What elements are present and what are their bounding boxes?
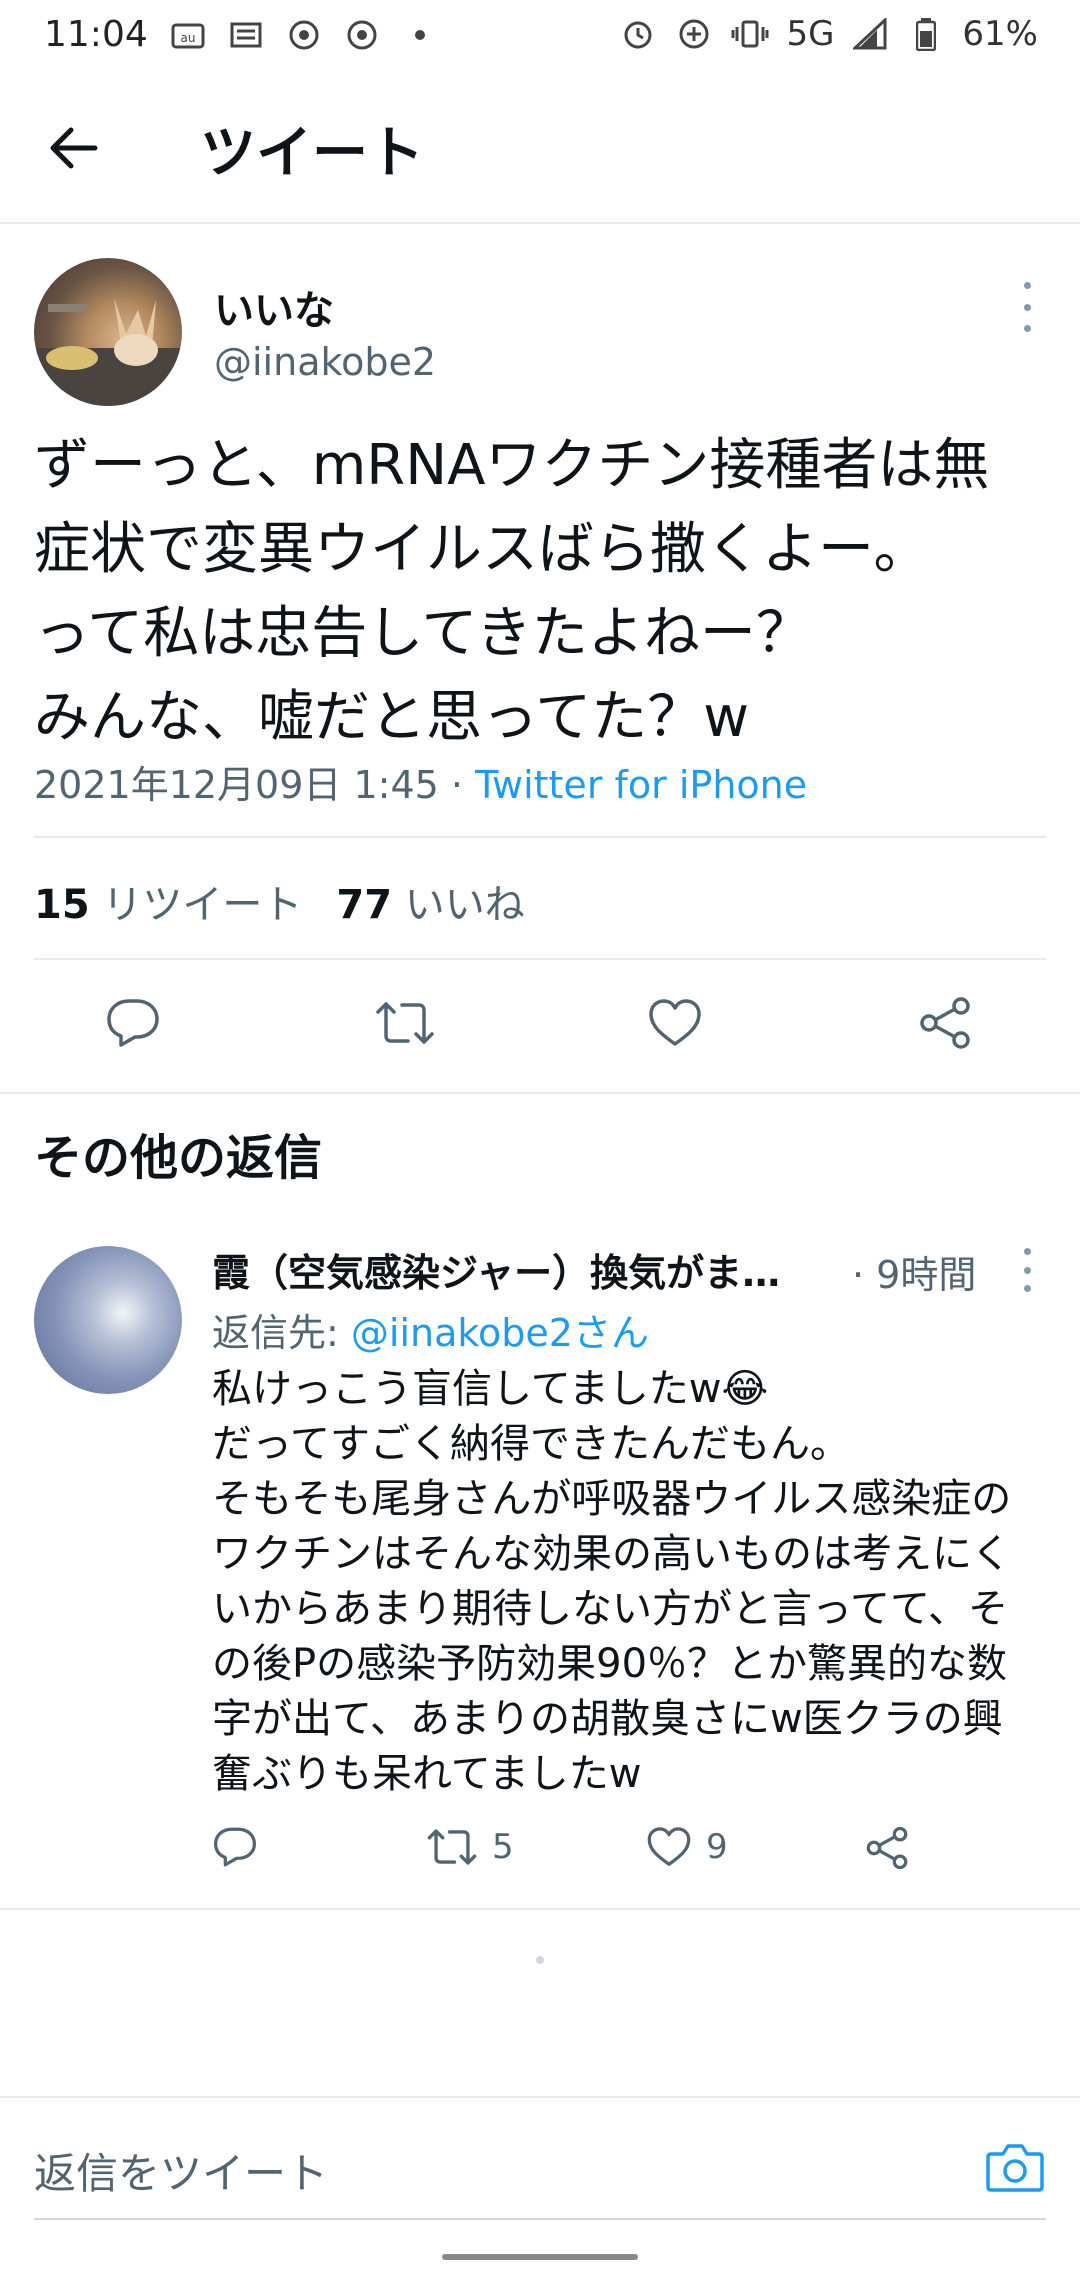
like-label: いいね xyxy=(404,882,525,928)
top-app-bar: ツイート xyxy=(0,72,1080,224)
more-dot xyxy=(1023,1266,1031,1274)
reply-author-name[interactable]: 霞（空気感染ジャー）換気がま… xyxy=(212,1242,842,1297)
divider xyxy=(34,958,1046,960)
reply-to-line: 返信先: @iinakobe2さん xyxy=(212,1302,649,1357)
reply-retweet-button[interactable]: 5 xyxy=(426,1826,514,1868)
retweet-count: 15 xyxy=(34,882,90,928)
reply-like-button[interactable]: 9 xyxy=(646,1826,728,1868)
more-vertical-icon xyxy=(1023,1248,1031,1255)
network-type: 5G xyxy=(786,14,835,54)
camera-button[interactable] xyxy=(982,2136,1048,2198)
data-saver-icon xyxy=(674,17,714,51)
status-bar: 11:04 au 5G 61% xyxy=(0,0,1080,72)
heart-icon xyxy=(647,1827,691,1866)
tweet-source-link[interactable]: Twitter for iPhone xyxy=(475,763,807,807)
more-vertical-icon xyxy=(1023,282,1031,289)
chrome-icon xyxy=(286,18,322,52)
more-replies-heading: その他の返信 xyxy=(34,1130,323,1186)
loading-indicator xyxy=(536,1956,544,1964)
tweet-text: ずーっと、mRNAワクチン接種者は無 症状で変異ウイルスばら撒くよー。 って私は… xyxy=(34,433,990,750)
reply-text: 私けっこう盲信してましたw😂 だってすごく納得できたんだもん。 そもそも尾身さん… xyxy=(212,1366,1012,1797)
notification-icons: au xyxy=(170,18,438,52)
likes-stat[interactable]: 77 いいね xyxy=(336,872,524,930)
tweet-meta: 2021年12月09日 1:45 · Twitter for iPhone xyxy=(34,754,807,809)
home-indicator[interactable] xyxy=(442,2254,638,2260)
reply-compose-input[interactable]: 返信をツイート xyxy=(34,2140,328,2201)
tweet-actions xyxy=(0,988,1080,1068)
divider xyxy=(0,1908,1080,1910)
page-title: ツイート xyxy=(200,121,424,186)
reply-actions: 5 9 xyxy=(0,1826,1080,1886)
heart-icon xyxy=(649,999,701,1046)
reply-reply-button[interactable] xyxy=(212,1826,258,1868)
author-handle[interactable]: @iinakobe2 xyxy=(214,340,436,384)
like-button[interactable] xyxy=(640,988,710,1058)
author-avatar[interactable] xyxy=(34,258,182,406)
tweet-stats: 15 リツイート 77 いいね xyxy=(34,872,525,930)
compose-divider xyxy=(0,2096,1080,2098)
au-icon: au xyxy=(170,18,206,52)
more-dot xyxy=(1023,1285,1031,1292)
arrow-left-icon xyxy=(50,127,98,169)
share-icon xyxy=(920,997,970,1049)
compose-underline xyxy=(34,2218,1046,2220)
signal-icon xyxy=(850,17,890,51)
like-count: 77 xyxy=(336,882,393,928)
chrome-icon xyxy=(344,18,380,52)
retweets-stat[interactable]: 15 リツイート xyxy=(34,872,302,930)
more-dot xyxy=(1023,303,1031,311)
reply-time: · 9時間 xyxy=(852,1253,977,1297)
reply-icon xyxy=(214,1827,256,1867)
reply-button[interactable] xyxy=(98,988,168,1058)
share-button[interactable] xyxy=(910,988,980,1058)
section-divider xyxy=(0,1092,1080,1094)
tweet-timestamp: 2021年12月09日 1:45 · xyxy=(34,763,476,807)
back-button[interactable] xyxy=(44,118,104,178)
share-icon xyxy=(866,1826,908,1870)
vibrate-icon xyxy=(730,17,770,51)
news-icon xyxy=(228,18,264,52)
retweet-label: リツイート xyxy=(102,882,303,928)
system-icons: 5G 61% xyxy=(618,14,1038,54)
fennec-fox-image xyxy=(34,298,182,406)
status-time: 11:04 xyxy=(44,14,148,55)
retweet-button[interactable] xyxy=(370,988,440,1058)
more-options-button[interactable] xyxy=(1012,282,1042,332)
reply-share-button[interactable] xyxy=(864,1826,910,1870)
reply-like-count: 9 xyxy=(706,1827,728,1867)
reply-icon xyxy=(107,999,159,1047)
reply-to-mention[interactable]: @iinakobe2さん xyxy=(351,1311,649,1355)
more-dot xyxy=(1023,325,1031,332)
battery-level: 61% xyxy=(962,14,1038,54)
alarm-icon xyxy=(618,17,658,51)
camera-icon xyxy=(986,2144,1044,2192)
svg-text:au: au xyxy=(181,31,196,45)
author-name[interactable]: いいな xyxy=(214,278,334,336)
retweet-icon xyxy=(427,1829,477,1865)
reply-author-avatar[interactable] xyxy=(34,1246,182,1394)
reply-more-options-button[interactable] xyxy=(1012,1248,1042,1292)
reply-retweet-count: 5 xyxy=(492,1827,514,1867)
divider xyxy=(34,836,1046,838)
dot-icon xyxy=(402,18,438,52)
reply-to-prefix: 返信先: xyxy=(212,1311,351,1355)
retweet-icon xyxy=(376,1002,434,1044)
battery-icon xyxy=(906,17,946,51)
